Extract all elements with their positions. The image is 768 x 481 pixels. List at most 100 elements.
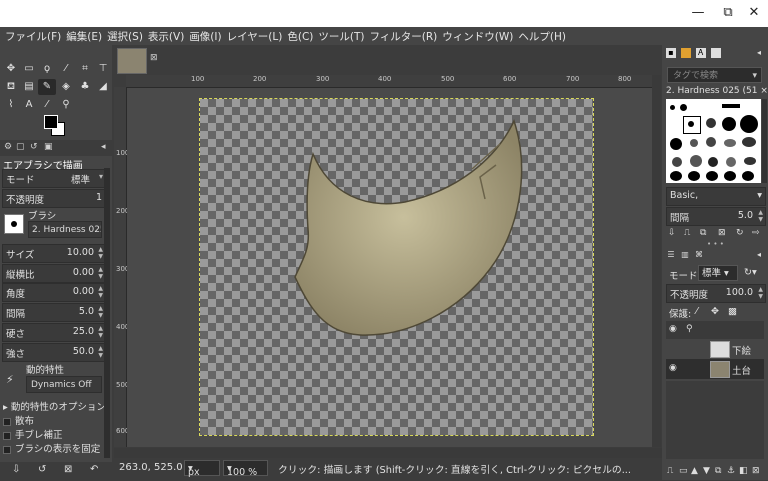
- spin-arrows-icon[interactable]: ▲ ▼: [98, 325, 103, 339]
- crop-tool-icon[interactable]: ⌗: [76, 61, 94, 77]
- brush-thumbnail[interactable]: [706, 137, 716, 147]
- dynamics-selector[interactable]: ⚡ 動的特性 Dynamics Off: [2, 361, 103, 397]
- new-brush-icon[interactable]: ⎍: [684, 228, 690, 238]
- mode-select[interactable]: モード 標準 ▾: [2, 169, 105, 188]
- brush-thumbnail[interactable]: [706, 118, 716, 128]
- brush-selector[interactable]: ブラシ 2. Hardness 025: [2, 208, 103, 240]
- brush-thumbnail[interactable]: [688, 121, 694, 127]
- brush-tag-search[interactable]: タグで検索 ▾: [667, 67, 762, 83]
- menu-layer[interactable]: レイヤー(L): [227, 29, 283, 44]
- brush-thumbnail[interactable]: [744, 157, 756, 165]
- lasso-tool-icon[interactable]: ϙ: [38, 61, 56, 77]
- dynamics-options-expander[interactable]: ▸ 動的特性のオプション: [3, 399, 106, 413]
- dynamics-value[interactable]: Dynamics Off: [26, 376, 102, 393]
- menu-tools[interactable]: ツール(T): [318, 29, 364, 44]
- opacity-slider[interactable]: 不透明度 1: [2, 189, 105, 208]
- menu-select[interactable]: 選択(S): [107, 29, 143, 44]
- brush-thumbnail[interactable]: [708, 157, 718, 167]
- rect-select-tool-icon[interactable]: ▭: [20, 61, 38, 77]
- brush-thumbnail[interactable]: [724, 139, 736, 147]
- aspect-slider[interactable]: 縦横比 0.00 ▲ ▼: [2, 264, 105, 283]
- menu-color[interactable]: 色(C): [287, 29, 313, 44]
- fonts-tab-icon[interactable]: Ꭺ: [696, 48, 706, 58]
- brush-preview[interactable]: [4, 214, 24, 234]
- duplicate-layer-icon[interactable]: ⧉: [715, 466, 721, 476]
- reset-icon[interactable]: ↶: [90, 464, 98, 475]
- lock-position-icon[interactable]: ✥: [711, 306, 719, 317]
- close-tab-icon[interactable]: ⊠: [150, 53, 158, 63]
- layer-row-dodai[interactable]: ◉ 土台: [666, 359, 764, 379]
- angle-slider[interactable]: 角度 0.00 ▲ ▼: [2, 283, 105, 302]
- smooth-checkbox[interactable]: 手ブレ補正: [3, 427, 63, 441]
- lock-alpha-icon[interactable]: ▩: [728, 306, 737, 317]
- vertical-scrollbar[interactable]: [652, 75, 661, 447]
- open-brush-icon[interactable]: ⇨: [752, 228, 760, 238]
- brush-grid-scrollbar[interactable]: [762, 99, 767, 183]
- dock-menu-icon[interactable]: ◂: [101, 142, 106, 152]
- brush-tag-select[interactable]: Basic, ▾: [666, 187, 766, 206]
- brush-thumbnail[interactable]: [670, 105, 675, 110]
- brush-thumbnail[interactable]: [688, 171, 700, 181]
- brush-thumbnail[interactable]: [672, 157, 682, 167]
- menu-filters[interactable]: フィルター(R): [369, 29, 437, 44]
- dock-menu-icon[interactable]: ◂: [754, 250, 764, 260]
- unit-select[interactable]: px ▾: [184, 460, 220, 478]
- brush-thumbnail[interactable]: [742, 137, 756, 147]
- channels-tab-icon[interactable]: ▥: [680, 250, 690, 260]
- lock-brush-checkbox[interactable]: ブラシの表示を固定: [3, 441, 100, 455]
- color-picker-tool-icon[interactable]: ⁄: [38, 97, 56, 113]
- raise-layer-icon[interactable]: ▲: [691, 466, 698, 476]
- dock-menu-icon[interactable]: ◂: [754, 48, 764, 58]
- brush-thumbnail[interactable]: [722, 117, 736, 131]
- layer-opacity-slider[interactable]: 不透明度 100.0 ▲ ▼: [666, 284, 766, 303]
- minimize-button[interactable]: —: [688, 4, 708, 22]
- lower-layer-icon[interactable]: ▼: [703, 466, 710, 476]
- mode-switch-icon[interactable]: ↻▾: [744, 267, 757, 278]
- horizontal-scrollbar[interactable]: [114, 448, 662, 458]
- undo-history-tab-icon[interactable]: ↺: [30, 142, 38, 152]
- brush-thumbnail[interactable]: [670, 138, 682, 150]
- layer-mode-select[interactable]: 標準 ▾: [698, 265, 738, 281]
- size-slider[interactable]: サイズ 10.00 ▲ ▼: [2, 244, 105, 263]
- new-layer-icon[interactable]: ⎍: [667, 466, 673, 476]
- paint-tool-icon[interactable]: ✎: [38, 79, 56, 95]
- spin-arrows-icon[interactable]: ▲ ▼: [98, 266, 103, 280]
- zoom-tool-icon[interactable]: ⚲: [57, 97, 75, 113]
- new-group-icon[interactable]: ▭: [679, 466, 688, 476]
- images-tab-icon[interactable]: ▣: [44, 142, 53, 152]
- delete-brush-icon[interactable]: ⊠: [718, 228, 726, 238]
- dynamics-icon[interactable]: ⚡: [6, 373, 14, 386]
- move-tool-icon[interactable]: ✥: [2, 61, 20, 77]
- brush-grid[interactable]: [666, 99, 761, 183]
- tool-options-scrollbar[interactable]: [104, 168, 110, 458]
- device-status-tab-icon[interactable]: ▢: [16, 142, 25, 152]
- text-transform-tool-icon[interactable]: ⊤: [94, 61, 112, 77]
- bucket-fill-tool-icon[interactable]: ⛾: [2, 79, 20, 95]
- menu-edit[interactable]: 編集(E): [66, 29, 102, 44]
- force-slider[interactable]: 強さ 50.0 ▲ ▼: [2, 343, 105, 362]
- spin-arrows-icon[interactable]: ▲ ▼: [98, 246, 103, 260]
- spin-arrows-icon[interactable]: ▲ ▼: [98, 345, 103, 359]
- gradient-tool-icon[interactable]: ▤: [20, 79, 38, 95]
- menu-view[interactable]: 表示(V): [148, 29, 184, 44]
- lock-pixels-icon[interactable]: ⁄: [696, 306, 698, 317]
- hardness-slider[interactable]: 硬さ 25.0 ▲ ▼: [2, 323, 105, 342]
- maximize-button[interactable]: ⧉: [718, 4, 738, 22]
- menu-file[interactable]: ファイル(F): [5, 29, 61, 44]
- layer-row-shita-e[interactable]: 下絵: [666, 339, 764, 359]
- patterns-tab-icon[interactable]: [681, 48, 691, 58]
- eraser-tool-icon[interactable]: ◈: [57, 79, 75, 95]
- mask-layer-icon[interactable]: ◧: [739, 466, 748, 476]
- brush-thumbnail[interactable]: [670, 171, 682, 181]
- brush-spacing-slider[interactable]: 間隔 5.0 ▲ ▼: [666, 207, 766, 226]
- brush-thumbnail[interactable]: [724, 171, 736, 181]
- brush-name[interactable]: 2. Hardness 025: [28, 221, 102, 238]
- delete-preset-icon[interactable]: ⊠: [64, 464, 72, 475]
- spin-arrows-icon[interactable]: ▲ ▼: [98, 285, 103, 299]
- anchor-layer-icon[interactable]: ⚓: [727, 466, 735, 476]
- delete-layer-icon[interactable]: ⊠: [752, 466, 760, 476]
- brush-thumbnail[interactable]: [706, 171, 718, 181]
- path-tool-icon[interactable]: ⌇: [2, 97, 20, 113]
- fg-bg-color-selector[interactable]: [44, 115, 68, 139]
- spin-arrows-icon[interactable]: ▲ ▼: [758, 286, 763, 300]
